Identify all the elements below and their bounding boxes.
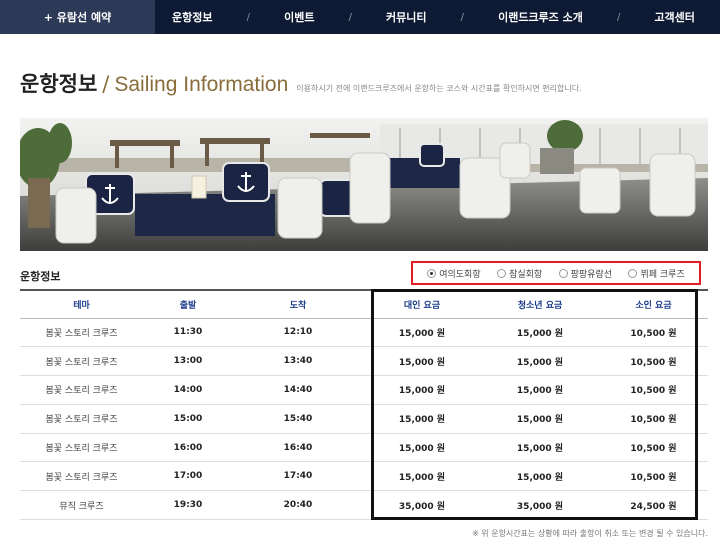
column-header-theme: 테마 [20,289,143,319]
cell-theme: 봄꽃 스토리 크루즈 [20,404,143,434]
section-title: 운항정보 [20,270,61,283]
page-title-korean: 운항정보 [20,72,98,96]
cell-theme: 뮤직 크루즈 [20,490,143,521]
nav-item-customer-center[interactable]: 고객센터 [654,9,694,25]
main-menu: 운항정보 / 이벤트 / 커뮤니티 / 이랜드크루즈 소개 / 고객센터 [155,9,720,25]
cell-child-fare: 10,500 원 [599,404,708,434]
schedule-footnote: ※ 위 운항시간표는 상황에 따라 출항이 취소 또는 변경 될 수 있습니다. [472,529,708,538]
cell-departure: 14:00 [143,375,233,405]
route-label: 잠실회항 [509,269,543,280]
title-slash: / [102,72,110,96]
cell-arrival: 12:10 [233,318,363,348]
cell-departure: 11:30 [143,318,233,348]
top-navigation: + 유람선 예약 운항정보 / 이벤트 / 커뮤니티 / 이랜드크루즈 소개 /… [0,0,720,34]
cell-departure: 19:30 [143,490,233,521]
cell-arrival: 13:40 [233,346,363,377]
route-option-jamsil[interactable]: 잠실회항 [497,267,542,280]
cell-adult-fare: 15,000 원 [363,318,481,348]
route-option-pangpang[interactable]: 팡팡유람선 [558,267,613,280]
radio-icon[interactable] [628,268,638,278]
cell-arrival: 20:40 [233,490,363,521]
nav-separator: / [460,11,464,23]
nav-separator: / [246,11,250,23]
cell-youth-fare: 15,000 원 [481,375,599,405]
table-row: 봄꽃 스토리 크루즈 13:00 13:40 15,000 원 15,000 원… [20,346,708,377]
nav-item-event[interactable]: 이벤트 [284,9,314,25]
route-option-yeouido[interactable]: 여의도회항 [427,267,481,280]
page-description: 이용하시기 전에 이랜드크루즈에서 운항하는 코스와 시간표를 확인하시면 편리… [296,84,582,93]
cell-arrival: 15:40 [233,404,363,434]
cell-theme: 봄꽃 스토리 크루즈 [20,461,143,492]
cell-youth-fare: 15,000 원 [481,433,599,463]
cell-departure: 17:00 [143,461,233,492]
table-row: 뮤직 크루즈 19:30 20:40 35,000 원 35,000 원 24,… [20,490,708,521]
nav-separator: / [348,11,352,23]
cell-departure: 16:00 [143,433,233,463]
cell-youth-fare: 35,000 원 [481,490,599,521]
cell-youth-fare: 15,000 원 [481,461,599,492]
cell-adult-fare: 35,000 원 [363,490,481,521]
column-header-child-fare: 소인 요금 [599,289,708,319]
cell-adult-fare: 15,000 원 [363,461,481,492]
deck-banner-image [20,118,708,251]
page-title-english: Sailing Information [114,73,289,96]
route-filter-group: 여의도회항 잠실회항 팡팡유람선 뷔페 크루즈 [411,261,701,285]
cell-child-fare: 10,500 원 [599,433,708,463]
cell-adult-fare: 15,000 원 [363,433,481,463]
radio-selected-icon[interactable] [427,268,437,278]
cell-arrival: 17:40 [233,461,363,492]
column-header-youth-fare: 청소년 요금 [481,289,599,319]
cell-child-fare: 10,500 원 [599,461,708,492]
table-row: 봄꽃 스토리 크루즈 16:00 16:40 15,000 원 15,000 원… [20,433,708,463]
nav-item-community[interactable]: 커뮤니티 [386,9,426,25]
route-label: 뷔페 크루즈 [640,269,685,280]
route-label: 여의도회항 [439,269,481,280]
cell-youth-fare: 15,000 원 [481,404,599,434]
radio-icon[interactable] [497,268,507,278]
column-header-arrival: 도착 [233,289,363,319]
route-label: 팡팡유람선 [570,269,613,280]
deck-photo [20,118,708,251]
cell-theme: 봄꽃 스토리 크루즈 [20,346,143,377]
cell-child-fare: 10,500 원 [599,318,708,348]
nav-item-about[interactable]: 이랜드크루즈 소개 [498,9,583,25]
table-header-row: 테마 출발 도착 대인 요금 청소년 요금 소인 요금 [20,289,708,319]
cell-adult-fare: 15,000 원 [363,375,481,405]
route-option-buffet[interactable]: 뷔페 크루즈 [628,267,685,280]
table-row: 봄꽃 스토리 크루즈 11:30 12:10 15,000 원 15,000 원… [20,318,708,348]
table-row: 봄꽃 스토리 크루즈 17:00 17:40 15,000 원 15,000 원… [20,461,708,492]
cell-youth-fare: 15,000 원 [481,318,599,348]
cell-adult-fare: 15,000 원 [363,346,481,377]
cell-child-fare: 10,500 원 [599,375,708,405]
cell-adult-fare: 15,000 원 [363,404,481,434]
table-row: 봄꽃 스토리 크루즈 15:00 15:40 15,000 원 15,000 원… [20,404,708,434]
cell-youth-fare: 15,000 원 [481,346,599,377]
page-title: 운항정보 / Sailing Information 이용하시기 전에 이랜드크… [20,68,582,98]
column-header-adult-fare: 대인 요금 [363,289,481,319]
cell-arrival: 14:40 [233,375,363,405]
radio-icon[interactable] [558,268,568,278]
cell-departure: 15:00 [143,404,233,434]
cell-theme: 봄꽃 스토리 크루즈 [20,375,143,405]
cell-child-fare: 10,500 원 [599,346,708,377]
cell-arrival: 16:40 [233,433,363,463]
cell-departure: 13:00 [143,346,233,377]
nav-separator: / [616,11,621,23]
table-row: 봄꽃 스토리 크루즈 14:00 14:40 15,000 원 15,000 원… [20,375,708,405]
nav-item-sailing-info[interactable]: 운항정보 [172,9,212,25]
cell-theme: 봄꽃 스토리 크루즈 [20,433,143,463]
schedule-table: 테마 출발 도착 대인 요금 청소년 요금 소인 요금 봄꽃 스토리 크루즈 1… [20,289,708,521]
cell-theme: 봄꽃 스토리 크루즈 [20,318,143,348]
column-header-departure: 출발 [143,289,233,319]
cruise-reservation-button[interactable]: + 유람선 예약 [0,0,155,34]
cell-child-fare: 24,500 원 [599,490,708,521]
